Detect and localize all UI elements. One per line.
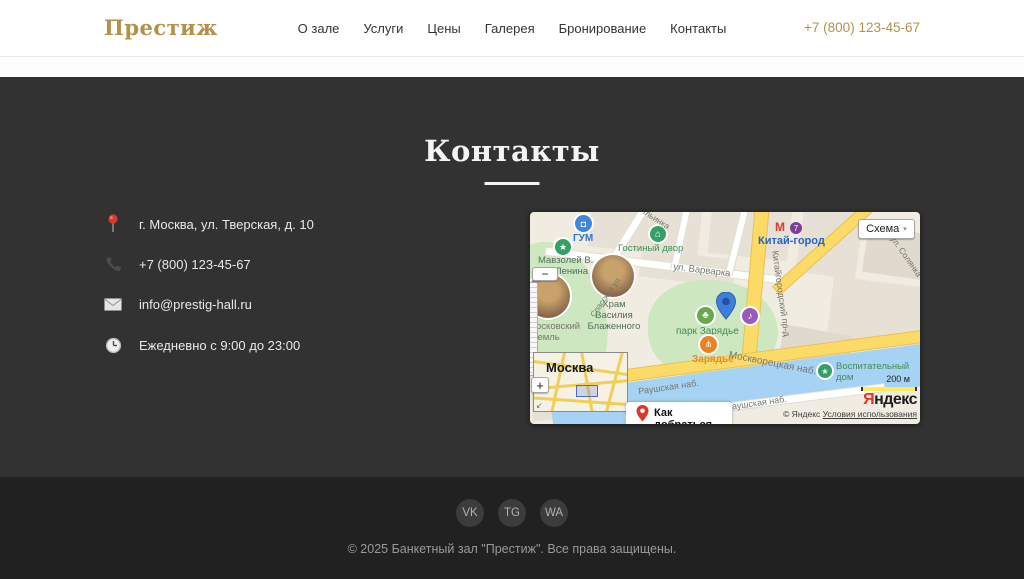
map-poi-food-icon[interactable]: ⋔ xyxy=(700,336,717,353)
nav-item-prices[interactable]: Цены xyxy=(427,21,460,36)
social-links: VK TG WA xyxy=(456,499,568,527)
copyright-text: © 2025 Банкетный зал "Престиж". Все прав… xyxy=(0,542,1024,556)
map-zoom-out-button[interactable]: − xyxy=(532,267,558,281)
site-footer: VK TG WA © 2025 Банкетный зал "Престиж".… xyxy=(0,477,1024,579)
red-pin-icon xyxy=(636,405,649,422)
minimap-collapse-icon[interactable]: ↙ xyxy=(536,401,543,410)
contact-email: info@prestig-hall.ru xyxy=(139,297,252,312)
chevron-down-icon: ▾ xyxy=(903,225,907,233)
map-poi-vospitatelny-icon[interactable]: ★ xyxy=(818,364,832,378)
header-phone-link[interactable]: +7 (800) 123-45-67 xyxy=(804,20,920,35)
map-scale-label: 200 м xyxy=(886,374,910,384)
map-type-selector[interactable]: Схема ▾ xyxy=(858,219,915,239)
nav-item-booking[interactable]: Бронирование xyxy=(559,21,647,36)
contact-phone-row: +7 (800) 123-45-67 xyxy=(104,253,251,275)
contact-email-row: info@prestig-hall.ru xyxy=(104,293,252,315)
minimap-city-label: Москва xyxy=(546,360,593,375)
site-header: Престиж О зале Услуги Цены Галерея Брони… xyxy=(0,0,1024,56)
map-poi-music-icon[interactable]: ♪ xyxy=(742,308,758,324)
map-poi-tree-icon[interactable]: ♣ xyxy=(697,307,714,324)
map-directions-button[interactable]: Как добраться xyxy=(626,402,732,424)
yandex-map[interactable]: ◘ ГУМ ★ Мавзолей В. И. Ленина Храм Васил… xyxy=(530,212,920,424)
phone-icon xyxy=(104,254,122,274)
contact-address: г. Москва, ул. Тверская, д. 10 xyxy=(139,217,314,232)
contact-phone: +7 (800) 123-45-67 xyxy=(139,257,251,272)
directions-label: Как добраться xyxy=(654,407,732,424)
nav-item-services[interactable]: Услуги xyxy=(363,21,403,36)
minimap-viewport xyxy=(576,385,598,397)
map-terms-link[interactable]: Условия использования xyxy=(823,409,917,419)
header-bottom-strip xyxy=(0,56,1024,77)
map-marker-pin-icon[interactable] xyxy=(716,292,736,320)
social-tg-button[interactable]: TG xyxy=(498,499,526,527)
map-poi-gum-icon[interactable]: ◘ xyxy=(575,215,592,232)
map-copyright: © Яндекс xyxy=(783,409,820,419)
main-nav: О зале Услуги Цены Галерея Бронирование … xyxy=(298,0,727,56)
location-pin-icon xyxy=(104,214,122,234)
contact-hours-row: Ежедневно с 9:00 до 23:00 xyxy=(104,334,300,356)
nav-item-gallery[interactable]: Галерея xyxy=(485,21,535,36)
map-label-gostiny-dvor: Гостиный двор xyxy=(618,244,683,255)
map-label-gum: ГУМ xyxy=(573,233,593,245)
social-vk-button[interactable]: VK xyxy=(456,499,484,527)
clock-icon xyxy=(104,335,122,355)
title-divider xyxy=(485,182,540,185)
nav-item-about[interactable]: О зале xyxy=(298,21,340,36)
nav-item-contacts[interactable]: Контакты xyxy=(670,21,726,36)
metro-icon: М xyxy=(775,221,785,235)
contact-address-row: г. Москва, ул. Тверская, д. 10 xyxy=(104,213,314,235)
metro-line-badge: 7 xyxy=(790,222,802,234)
envelope-icon xyxy=(104,294,122,314)
map-attribution: © Яндекс Условия использования xyxy=(783,409,917,419)
map-zoom-in-button[interactable]: + xyxy=(531,377,549,393)
contacts-section: Контакты г. Москва, ул. Тверская, д. 10 … xyxy=(0,77,1024,477)
contact-hours: Ежедневно с 9:00 до 23:00 xyxy=(139,338,300,353)
map-poi-mausoleum-icon[interactable]: ★ xyxy=(555,239,571,255)
yandex-logo: Яндекс xyxy=(863,391,917,409)
map-label-kitay-gorod: Китай-город xyxy=(758,235,825,248)
social-wa-button[interactable]: WA xyxy=(540,499,568,527)
page-title: Контакты xyxy=(0,134,1024,168)
site-logo[interactable]: Престиж xyxy=(104,15,218,40)
